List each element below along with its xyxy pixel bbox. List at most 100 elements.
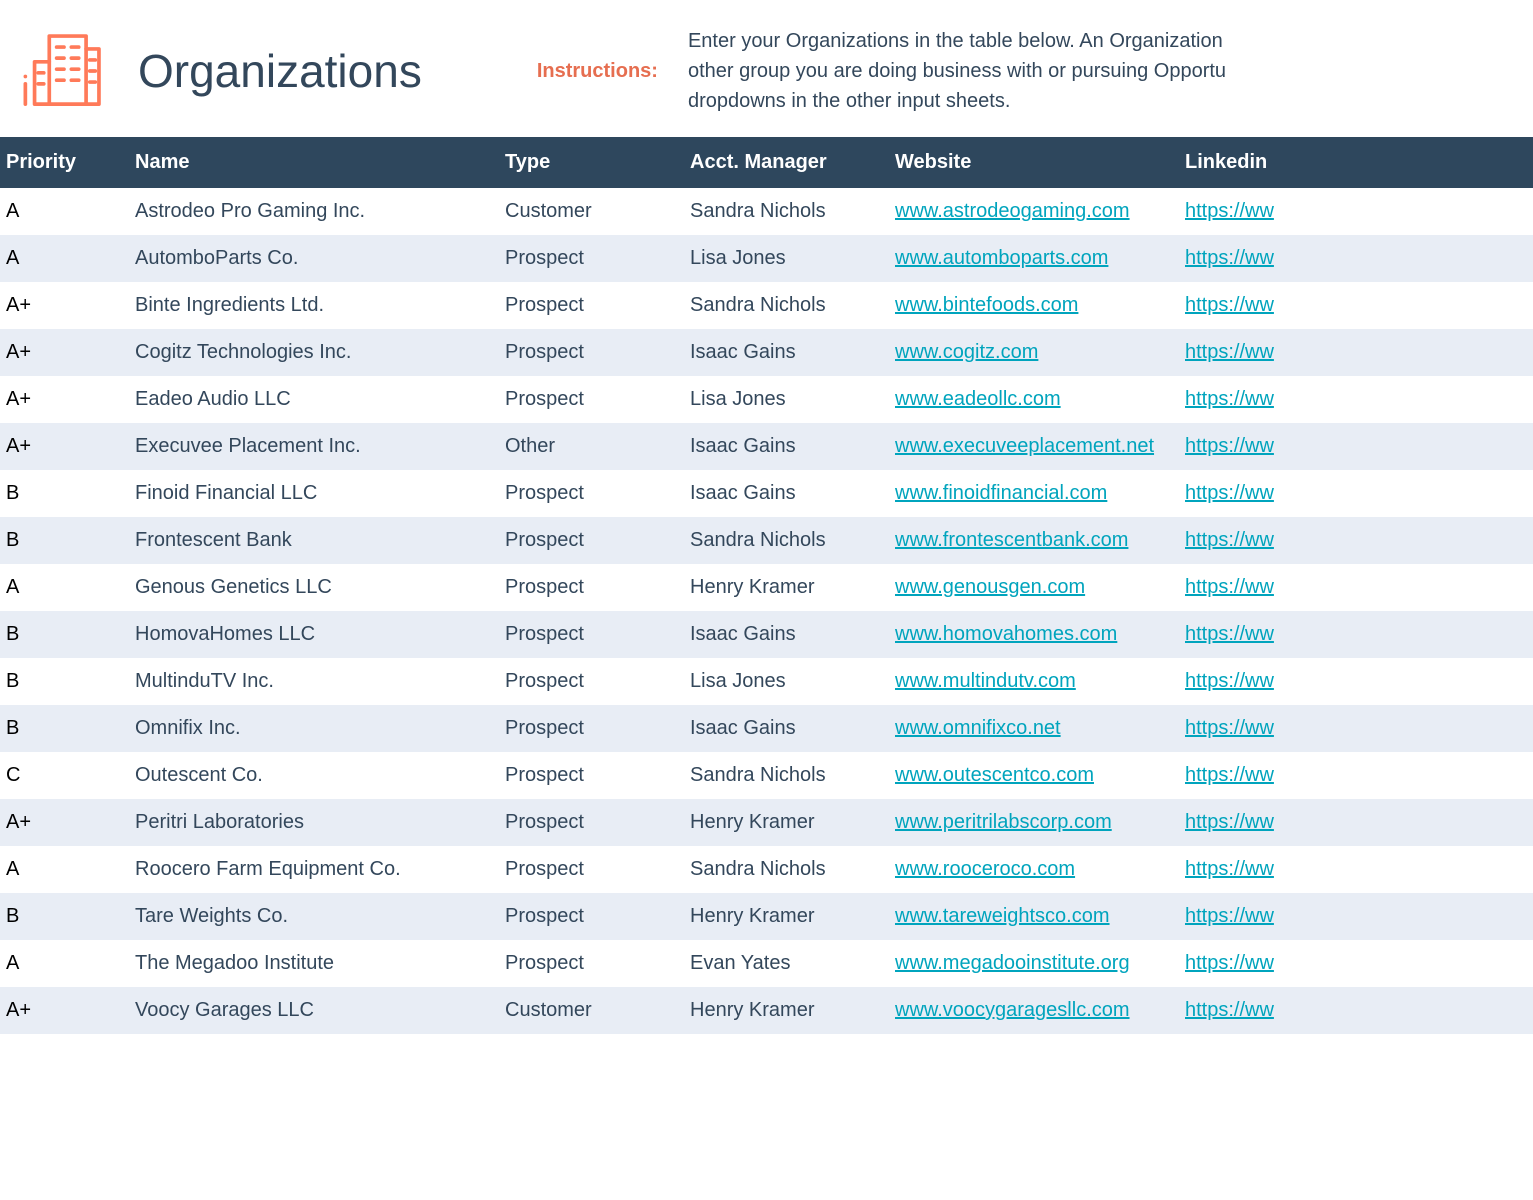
linkedin-link[interactable]: https://ww (1185, 482, 1274, 504)
cell-type[interactable]: Prospect (495, 564, 680, 611)
website-link[interactable]: www.peritrilabscorp.com (895, 811, 1112, 833)
cell-manager[interactable]: Henry Kramer (680, 564, 885, 611)
website-link[interactable]: www.multindutv.com (895, 670, 1076, 692)
website-link[interactable]: www.megadooinstitute.org (895, 952, 1130, 974)
cell-priority[interactable]: A+ (0, 987, 125, 1034)
cell-name[interactable]: Roocero Farm Equipment Co. (125, 846, 495, 893)
linkedin-link[interactable]: https://ww (1185, 811, 1274, 833)
cell-name[interactable]: The Megadoo Institute (125, 940, 495, 987)
website-link[interactable]: www.execuveeplacement.net (895, 435, 1154, 457)
cell-name[interactable]: Cogitz Technologies Inc. (125, 329, 495, 376)
linkedin-link[interactable]: https://ww (1185, 623, 1274, 645)
cell-priority[interactable]: A (0, 235, 125, 282)
table-row[interactable]: A+Cogitz Technologies Inc.ProspectIsaac … (0, 329, 1533, 376)
website-link[interactable]: www.omnifixco.net (895, 717, 1061, 739)
cell-manager[interactable]: Sandra Nichols (680, 282, 885, 329)
table-row[interactable]: COutescent Co.ProspectSandra Nicholswww.… (0, 752, 1533, 799)
linkedin-link[interactable]: https://ww (1185, 858, 1274, 880)
cell-manager[interactable]: Lisa Jones (680, 235, 885, 282)
table-row[interactable]: BHomovaHomes LLCProspectIsaac Gainswww.h… (0, 611, 1533, 658)
cell-priority[interactable]: A (0, 188, 125, 235)
cell-priority[interactable]: B (0, 470, 125, 517)
website-link[interactable]: www.voocygaragesllc.com (895, 999, 1130, 1021)
cell-manager[interactable]: Sandra Nichols (680, 517, 885, 564)
cell-type[interactable]: Prospect (495, 940, 680, 987)
linkedin-link[interactable]: https://ww (1185, 388, 1274, 410)
cell-priority[interactable]: B (0, 517, 125, 564)
cell-type[interactable]: Other (495, 423, 680, 470)
table-row[interactable]: BFinoid Financial LLCProspectIsaac Gains… (0, 470, 1533, 517)
cell-priority[interactable]: A (0, 846, 125, 893)
website-link[interactable]: www.rooceroco.com (895, 858, 1075, 880)
website-link[interactable]: www.eadeollc.com (895, 388, 1061, 410)
cell-type[interactable]: Prospect (495, 329, 680, 376)
cell-type[interactable]: Prospect (495, 893, 680, 940)
cell-manager[interactable]: Isaac Gains (680, 329, 885, 376)
table-row[interactable]: AAutomboParts Co.ProspectLisa Joneswww.a… (0, 235, 1533, 282)
table-row[interactable]: A+Execuvee Placement Inc.OtherIsaac Gain… (0, 423, 1533, 470)
cell-priority[interactable]: B (0, 658, 125, 705)
cell-manager[interactable]: Isaac Gains (680, 423, 885, 470)
cell-name[interactable]: Eadeo Audio LLC (125, 376, 495, 423)
cell-manager[interactable]: Henry Kramer (680, 893, 885, 940)
linkedin-link[interactable]: https://ww (1185, 952, 1274, 974)
cell-manager[interactable]: Henry Kramer (680, 987, 885, 1034)
cell-type[interactable]: Prospect (495, 470, 680, 517)
col-header-type[interactable]: Type (495, 137, 680, 188)
cell-name[interactable]: AutomboParts Co. (125, 235, 495, 282)
cell-priority[interactable]: A+ (0, 329, 125, 376)
linkedin-link[interactable]: https://ww (1185, 200, 1274, 222)
cell-type[interactable]: Prospect (495, 517, 680, 564)
linkedin-link[interactable]: https://ww (1185, 435, 1274, 457)
cell-manager[interactable]: Evan Yates (680, 940, 885, 987)
table-row[interactable]: AAstrodeo Pro Gaming Inc.CustomerSandra … (0, 188, 1533, 235)
table-row[interactable]: BMultinduTV Inc.ProspectLisa Joneswww.mu… (0, 658, 1533, 705)
cell-priority[interactable]: B (0, 893, 125, 940)
website-link[interactable]: www.frontescentbank.com (895, 529, 1128, 551)
linkedin-link[interactable]: https://ww (1185, 341, 1274, 363)
cell-priority[interactable]: A+ (0, 423, 125, 470)
linkedin-link[interactable]: https://ww (1185, 576, 1274, 598)
website-link[interactable]: www.astrodeogaming.com (895, 200, 1130, 222)
cell-name[interactable]: Tare Weights Co. (125, 893, 495, 940)
cell-name[interactable]: Outescent Co. (125, 752, 495, 799)
website-link[interactable]: www.outescentco.com (895, 764, 1094, 786)
linkedin-link[interactable]: https://ww (1185, 247, 1274, 269)
cell-name[interactable]: Frontescent Bank (125, 517, 495, 564)
cell-manager[interactable]: Sandra Nichols (680, 752, 885, 799)
cell-priority[interactable]: A (0, 564, 125, 611)
col-header-priority[interactable]: Priority (0, 137, 125, 188)
table-row[interactable]: BOmnifix Inc.ProspectIsaac Gainswww.omni… (0, 705, 1533, 752)
table-row[interactable]: A+Eadeo Audio LLCProspectLisa Jones www.e… (0, 376, 1533, 423)
linkedin-link[interactable]: https://ww (1185, 999, 1274, 1021)
cell-manager[interactable]: Lisa Jones (680, 376, 885, 423)
linkedin-link[interactable]: https://ww (1185, 717, 1274, 739)
website-link[interactable]: www.homovahomes.com (895, 623, 1117, 645)
cell-priority[interactable]: A+ (0, 376, 125, 423)
linkedin-link[interactable]: https://ww (1185, 294, 1274, 316)
table-row[interactable]: AThe Megadoo InstituteProspectEvan Yates… (0, 940, 1533, 987)
website-link[interactable]: www.finoidfinancial.com (895, 482, 1107, 504)
table-row[interactable]: BTare Weights Co.ProspectHenry Kramerwww… (0, 893, 1533, 940)
cell-name[interactable]: Voocy Garages LLC (125, 987, 495, 1034)
table-row[interactable]: A+Peritri LaboratoriesProspectHenry Kram… (0, 799, 1533, 846)
cell-name[interactable]: Finoid Financial LLC (125, 470, 495, 517)
cell-type[interactable]: Prospect (495, 752, 680, 799)
website-link[interactable]: www.bintefoods.com (895, 294, 1078, 316)
col-header-name[interactable]: Name (125, 137, 495, 188)
cell-name[interactable]: MultinduTV Inc. (125, 658, 495, 705)
cell-type[interactable]: Customer (495, 188, 680, 235)
col-header-linkedin[interactable]: Linkedin (1175, 137, 1533, 188)
linkedin-link[interactable]: https://ww (1185, 764, 1274, 786)
website-link[interactable]: www.cogitz.com (895, 341, 1038, 363)
cell-type[interactable]: Prospect (495, 846, 680, 893)
linkedin-link[interactable]: https://ww (1185, 905, 1274, 927)
cell-manager[interactable]: Isaac Gains (680, 470, 885, 517)
col-header-manager[interactable]: Acct. Manager (680, 137, 885, 188)
cell-type[interactable]: Prospect (495, 282, 680, 329)
cell-priority[interactable]: A (0, 940, 125, 987)
cell-type[interactable]: Prospect (495, 376, 680, 423)
cell-priority[interactable]: B (0, 611, 125, 658)
cell-type[interactable]: Prospect (495, 611, 680, 658)
table-row[interactable]: ARoocero Farm Equipment Co.ProspectSandr… (0, 846, 1533, 893)
